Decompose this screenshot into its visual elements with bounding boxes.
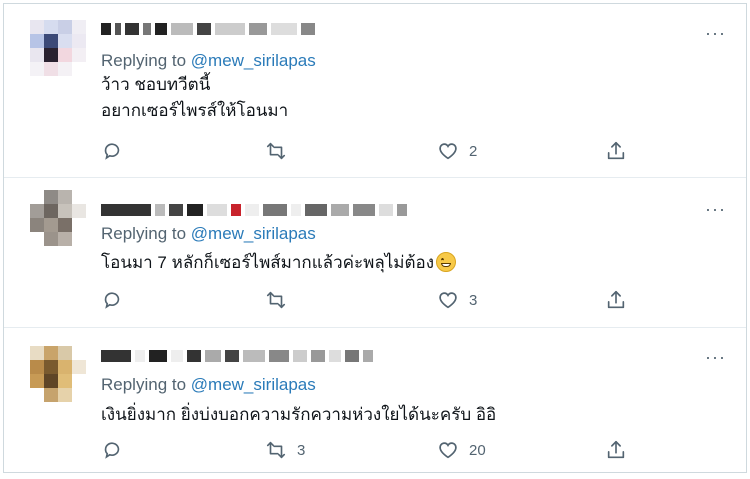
avatar[interactable] — [30, 346, 86, 402]
share-button[interactable] — [605, 139, 627, 163]
replying-to-label: Replying to — [101, 375, 191, 394]
reply-button[interactable] — [101, 139, 123, 163]
avatar[interactable] — [30, 190, 86, 246]
more-options-icon[interactable]: ··· — [705, 348, 726, 366]
retweet-icon — [266, 291, 286, 309]
tweet-text-line: โอนมา 7 หลักก็เซอร์ไพส์มากแล้วค่ะพลุไม่ต… — [101, 253, 435, 272]
tweet-text-line: อยากเซอร์ไพรส์ให้โอนมา — [101, 101, 289, 120]
reply-handle-link[interactable]: @mew_sirilapas — [191, 224, 316, 243]
blurred-display-name[interactable] — [101, 21, 315, 37]
like-count: 3 — [469, 291, 478, 309]
like-icon — [439, 442, 457, 459]
like-count: 20 — [469, 441, 486, 459]
retweet-button[interactable] — [265, 139, 297, 163]
more-options-icon[interactable]: ··· — [705, 24, 726, 42]
retweet-count: 3 — [297, 441, 306, 459]
replying-to-label: Replying to — [101, 224, 191, 243]
more-options-icon[interactable]: ··· — [705, 200, 726, 218]
avatar[interactable] — [30, 20, 86, 76]
replying-to-label: Replying to — [101, 51, 191, 70]
blurred-display-name[interactable] — [101, 202, 407, 218]
retweet-button[interactable]: 3 — [265, 438, 305, 462]
replying-to: Replying to @mew_sirilapas — [101, 224, 316, 244]
tweet-text-line: ว้าว ชอบทวีตนี้ — [101, 75, 211, 94]
reply-tweet[interactable]: ··· Replying to @mew_sirilapas เงินยิ่งม… — [4, 328, 746, 472]
tweet-actions: 3 — [101, 288, 746, 312]
tweet-actions: 3 20 — [101, 438, 746, 462]
like-button[interactable]: 3 — [437, 288, 477, 312]
blurred-display-name[interactable] — [101, 348, 373, 364]
reply-tweet[interactable]: ··· Replying to @mew_sirilapas โอนมา 7 ห… — [4, 178, 746, 328]
like-button[interactable]: 20 — [437, 438, 486, 462]
reply-icon — [104, 292, 120, 309]
grinning-emoji-icon — [436, 252, 457, 272]
like-count: 2 — [469, 142, 478, 160]
share-icon — [607, 440, 625, 459]
like-button[interactable]: 2 — [437, 139, 477, 163]
like-icon — [439, 143, 457, 160]
reply-button[interactable] — [101, 288, 123, 312]
retweet-icon — [266, 441, 286, 459]
share-button[interactable] — [605, 288, 627, 312]
reply-icon — [104, 143, 120, 160]
reply-handle-link[interactable]: @mew_sirilapas — [191, 51, 316, 70]
reply-button[interactable] — [101, 438, 123, 462]
reply-icon — [104, 442, 120, 459]
tweet-text-line: เงินยิ่งมาก ยิ่งบ่งบอกความรักความห่วงใยไ… — [101, 405, 497, 424]
replying-to: Replying to @mew_sirilapas — [101, 51, 316, 71]
share-icon — [607, 290, 625, 309]
retweet-icon — [266, 142, 286, 160]
reply-thread: ··· Replying to @mew_sirilapas ว้าว ชอบท… — [3, 3, 747, 473]
tweet-actions: 2 — [101, 139, 746, 163]
tweet-text: ว้าว ชอบทวีตนี้ อยากเซอร์ไพรส์ให้โอนมา — [101, 72, 288, 124]
reply-handle-link[interactable]: @mew_sirilapas — [191, 375, 316, 394]
reply-tweet[interactable]: ··· Replying to @mew_sirilapas ว้าว ชอบท… — [4, 4, 746, 178]
replying-to: Replying to @mew_sirilapas — [101, 375, 316, 395]
tweet-text: เงินยิ่งมาก ยิ่งบ่งบอกความรักความห่วงใยไ… — [101, 402, 496, 428]
share-icon — [607, 141, 625, 160]
tweet-text: โอนมา 7 หลักก็เซอร์ไพส์มากแล้วค่ะพลุไม่ต… — [101, 250, 457, 276]
retweet-button[interactable] — [265, 288, 297, 312]
share-button[interactable] — [605, 438, 627, 462]
like-icon — [439, 292, 457, 309]
